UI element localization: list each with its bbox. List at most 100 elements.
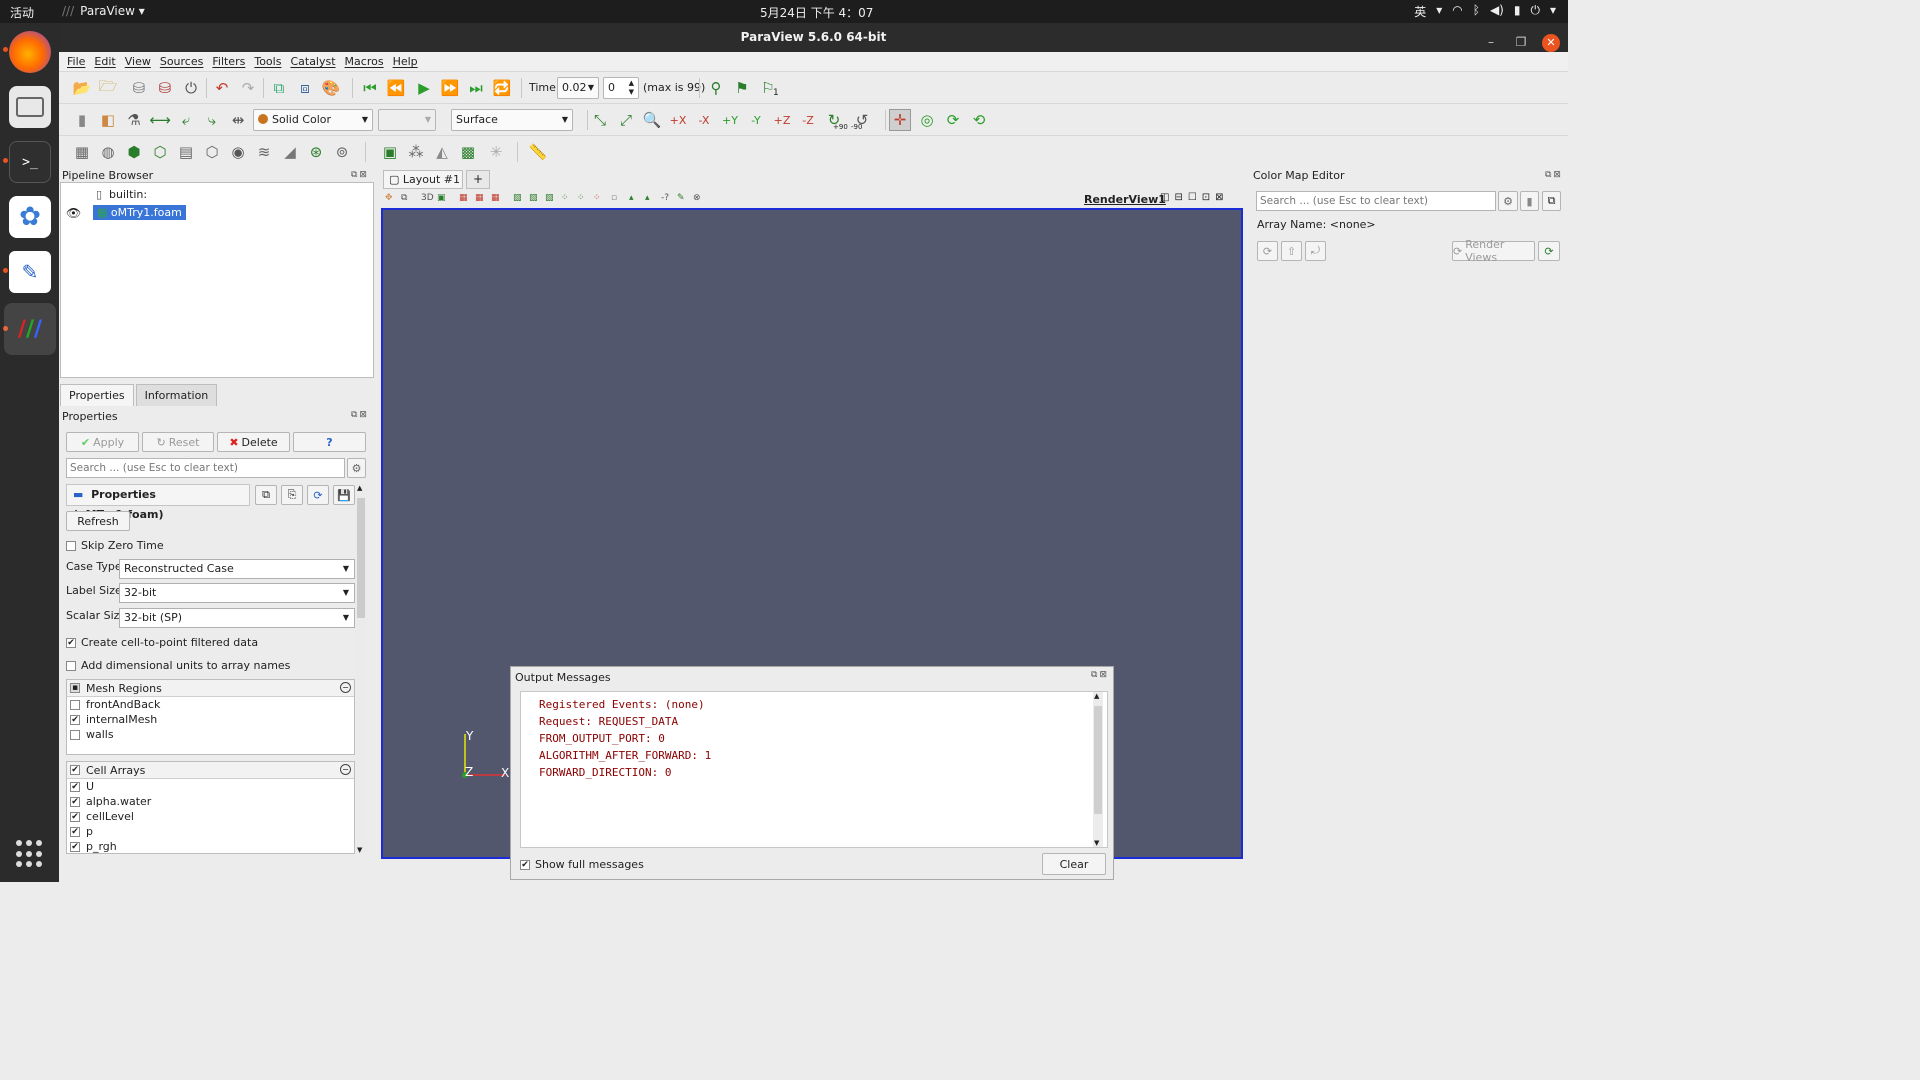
slice-icon[interactable]: ⬡ — [149, 141, 171, 163]
glyph-icon[interactable]: ◉ — [227, 141, 249, 163]
scroll-up-icon[interactable]: ▲ — [1094, 692, 1099, 700]
terminal-icon[interactable]: >_ — [9, 141, 51, 183]
camera-undo-icon[interactable]: ⧉ — [268, 77, 290, 99]
interactive-select-cells-icon[interactable]: ⁘ — [577, 193, 585, 203]
view-minus-y-icon[interactable]: -Y — [745, 109, 767, 131]
system-tray[interactable]: 英 ▾ ◠ ᛒ ◀) ▮ ⏻ ▾ — [1414, 3, 1556, 20]
properties-section-header[interactable]: ▬ Properties (oMTry1.foam) — [66, 484, 250, 521]
checkbox-box[interactable]: ✔ — [70, 826, 80, 837]
clear-selection-icon[interactable]: ⊗ — [693, 193, 701, 203]
scrollbar-thumb[interactable] — [357, 498, 365, 618]
menu-view[interactable]: View — [125, 52, 151, 71]
loop-icon[interactable]: 🔁 — [491, 77, 513, 99]
refresh-button[interactable]: Refresh — [66, 511, 130, 531]
list-item[interactable]: ✔ p — [67, 824, 354, 839]
case-type-select[interactable]: Reconstructed Case ▼ — [119, 559, 355, 579]
select-surface-points-icon[interactable]: ▦ — [475, 193, 484, 203]
palette-icon[interactable]: 🎨 — [320, 77, 342, 99]
checkbox-box[interactable]: ✔ — [70, 796, 80, 807]
view-minus-x-icon[interactable]: -X — [693, 109, 715, 131]
ruler-icon[interactable]: 📏 — [527, 141, 549, 163]
files-icon[interactable] — [9, 86, 51, 128]
firefox-icon[interactable] — [9, 31, 51, 73]
paraview-icon[interactable]: / / / — [4, 303, 56, 355]
checkbox-box[interactable]: ✔ — [70, 811, 80, 822]
reset-button[interactable]: ↻ Reset — [142, 432, 214, 452]
rescale-temporal-icon[interactable]: ⤷ — [201, 109, 223, 131]
pipeline-item-omtry1[interactable]: ▦ oMTry1.foam — [93, 205, 186, 220]
contour-icon[interactable]: ◍ — [97, 141, 119, 163]
show-center-icon[interactable]: ◎ — [916, 109, 938, 131]
select-points-icon[interactable]: ⁂ — [405, 141, 427, 163]
view-plus-z-icon[interactable]: +Z — [771, 109, 793, 131]
rescale-visible-icon[interactable]: ⤾ — [1305, 241, 1326, 261]
clear-selection-icon[interactable]: ✳ — [485, 141, 507, 163]
menu-file[interactable]: File — [67, 52, 85, 71]
select-blocks-icon[interactable]: ⁘ — [561, 193, 569, 203]
camera-redo-icon[interactable]: ⧈ — [294, 77, 316, 99]
show-apps-icon[interactable] — [16, 840, 44, 868]
gear-icon[interactable]: ⚙ — [347, 458, 366, 478]
hover-cells-icon[interactable]: ▫ — [611, 193, 617, 203]
select-frustum-cells-icon[interactable]: ▦ — [491, 193, 500, 203]
scroll-up-icon[interactable]: ▲ — [357, 484, 362, 492]
rescale-custom-icon[interactable]: ⇧ — [1281, 241, 1302, 261]
menu-macros[interactable]: Macros — [345, 52, 384, 71]
next-frame-icon[interactable]: ⏩ — [439, 77, 461, 99]
component-combo[interactable]: ▼ — [378, 109, 436, 131]
delete-button[interactable]: ✖ Delete — [217, 432, 290, 452]
zoom-to-data-icon[interactable]: ⤢ — [615, 109, 637, 131]
tab-layout-1[interactable]: ▢ Layout #1 ⊠ — [383, 170, 463, 203]
restore-defaults-icon[interactable]: ⟳ — [307, 485, 329, 505]
sort-icon[interactable]: − — [340, 682, 351, 693]
scrollbar-thumb[interactable] — [1094, 706, 1102, 814]
panel-float-close-icons[interactable]: ⧉⊠ — [1545, 170, 1563, 180]
copy-properties-icon[interactable]: ⧉ — [255, 485, 277, 505]
output-scrollbar[interactable]: ▲ ▼ — [1093, 692, 1103, 847]
find-data-icon[interactable]: ⚲ — [705, 77, 727, 99]
camera-link-icon[interactable]: ▣ — [437, 193, 446, 203]
hover-query-icon[interactable]: -? — [661, 193, 669, 203]
skip-zero-time-checkbox[interactable]: Skip Zero Time — [66, 539, 164, 552]
hover-points-icon[interactable]: ▩ — [457, 141, 479, 163]
save-state-icon[interactable]: ⛁ — [154, 77, 176, 99]
first-frame-icon[interactable]: ⏮ — [359, 77, 381, 99]
mesh-regions-header[interactable]: ▪ Mesh Regions − — [67, 680, 354, 697]
panel-float-close-icons[interactable]: ⧉⊠ — [351, 170, 369, 180]
select-frustum-points-icon[interactable]: ▧ — [513, 193, 522, 203]
add-layout-button[interactable]: + — [466, 170, 490, 189]
create-cell-to-point-checkbox[interactable]: ✔ Create cell-to-point filtered data — [66, 636, 258, 649]
view-split-controls[interactable]: ◫⊟☐⊡⊠ — [1160, 192, 1229, 203]
coloring-combo[interactable]: Solid Color ▼ — [253, 109, 373, 131]
threshold-icon[interactable]: ▤ — [175, 141, 197, 163]
edit-color-map-icon[interactable]: ◧ — [97, 109, 119, 131]
output-messages-text[interactable]: Registered Events: (none) Request: REQUE… — [520, 691, 1108, 848]
play-icon[interactable]: ▶ — [413, 77, 435, 99]
checkbox-box[interactable] — [70, 699, 80, 710]
add-bookmark-icon[interactable]: ⚑ — [731, 77, 753, 99]
clock[interactable]: 5月24日 下午 4：07 — [760, 4, 873, 21]
save-defaults-icon[interactable]: 💾 — [333, 485, 355, 505]
view-plus-y-icon[interactable]: +Y — [719, 109, 741, 131]
scalar-size-select[interactable]: 32-bit (SP) ▼ — [119, 608, 355, 628]
list-item[interactable]: ✔ p_rgh — [67, 839, 354, 854]
capture-icon[interactable]: ✥ — [385, 193, 393, 203]
menu-catalyst[interactable]: Catalyst — [290, 52, 335, 71]
checkbox-box[interactable]: ▪ — [70, 683, 80, 693]
panel-float-close-icons[interactable]: ⧉⊠ — [351, 410, 369, 420]
redo-icon[interactable]: ↷ — [237, 77, 259, 99]
view-plus-x-icon[interactable]: +X — [667, 109, 689, 131]
list-item[interactable]: ✔ internalMesh — [67, 712, 354, 727]
open-file-icon[interactable]: 📂 — [71, 77, 93, 99]
checkbox-box[interactable] — [70, 729, 80, 740]
color-map-search-input[interactable]: Search ... (use Esc to clear text) — [1256, 191, 1496, 211]
checkbox-box[interactable]: ✔ — [70, 765, 80, 775]
zoom-to-box-icon[interactable]: 🔍 — [641, 109, 663, 131]
menu-filters[interactable]: Filters — [212, 52, 245, 71]
reset-camera-icon[interactable]: ⤡ — [589, 109, 611, 131]
rescale-visible-icon[interactable]: ⤶ — [175, 109, 197, 131]
tab-properties[interactable]: Properties — [60, 384, 134, 406]
render-view-label[interactable]: RenderView1 — [1084, 193, 1166, 206]
baidu-netdisk-icon[interactable]: ✿ — [9, 196, 51, 238]
list-item[interactable]: walls — [67, 727, 354, 742]
